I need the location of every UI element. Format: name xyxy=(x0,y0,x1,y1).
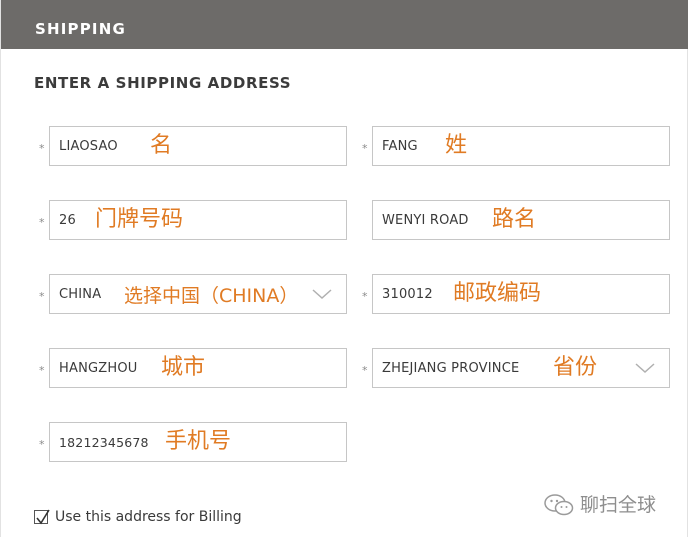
postcode-value: 310012 xyxy=(382,287,433,302)
wechat-icon xyxy=(544,494,574,516)
header-title: SHIPPING xyxy=(35,20,126,38)
city-field[interactable]: HANGZHOU 城市 xyxy=(49,348,347,388)
phone-field[interactable]: 18212345678 手机号 xyxy=(49,422,347,462)
house-number-value: 26 xyxy=(59,213,76,228)
last-name-field[interactable]: FANG 姓 xyxy=(372,126,670,166)
required-marker: * xyxy=(39,438,45,451)
phone-annotation: 手机号 xyxy=(165,429,232,454)
first-name-annotation: 名 xyxy=(150,133,173,158)
province-select[interactable]: ZHEJIANG PROVINCE 省份 xyxy=(372,348,670,388)
postcode-annotation: 邮政编码 xyxy=(453,281,542,306)
city-value: HANGZHOU xyxy=(59,361,138,376)
house-number-field[interactable]: 26 门牌号码 xyxy=(49,200,347,240)
required-marker: * xyxy=(39,216,45,229)
billing-label: Use this address for Billing xyxy=(55,509,242,525)
required-marker: * xyxy=(39,142,45,155)
section-title: ENTER A SHIPPING ADDRESS xyxy=(34,74,292,92)
required-marker: * xyxy=(39,290,45,303)
country-select[interactable]: CHINA 选择中国（CHINA） xyxy=(49,274,347,314)
first-name-field[interactable]: LIAOSAO 名 xyxy=(49,126,347,166)
postcode-field[interactable]: 310012 邮政编码 xyxy=(372,274,670,314)
watermark-text: 聊扫全球 xyxy=(580,494,657,516)
checkmark-icon xyxy=(36,509,50,525)
province-value: ZHEJIANG PROVINCE xyxy=(382,361,520,376)
phone-value: 18212345678 xyxy=(59,435,149,450)
last-name-value: FANG xyxy=(382,139,418,154)
shipping-header: SHIPPING xyxy=(1,0,688,49)
street-annotation: 路名 xyxy=(492,207,537,232)
province-annotation: 省份 xyxy=(553,355,598,380)
required-marker: * xyxy=(362,142,368,155)
last-name-annotation: 姓 xyxy=(445,133,468,158)
house-number-annotation: 门牌号码 xyxy=(95,207,184,232)
country-value: CHINA xyxy=(59,287,102,302)
required-marker: * xyxy=(39,364,45,377)
shipping-page: SHIPPING ENTER A SHIPPING ADDRESS * LIAO… xyxy=(0,0,688,537)
required-marker: * xyxy=(362,364,368,377)
street-field[interactable]: WENYI ROAD 路名 xyxy=(372,200,670,240)
country-annotation: 选择中国（CHINA） xyxy=(124,285,299,307)
city-annotation: 城市 xyxy=(161,355,206,380)
first-name-value: LIAOSAO xyxy=(59,139,118,154)
street-value: WENYI ROAD xyxy=(382,213,469,228)
billing-checkbox[interactable] xyxy=(34,509,50,525)
chevron-down-icon[interactable] xyxy=(312,288,332,300)
chevron-down-icon[interactable] xyxy=(635,362,655,374)
required-marker: * xyxy=(362,290,368,303)
